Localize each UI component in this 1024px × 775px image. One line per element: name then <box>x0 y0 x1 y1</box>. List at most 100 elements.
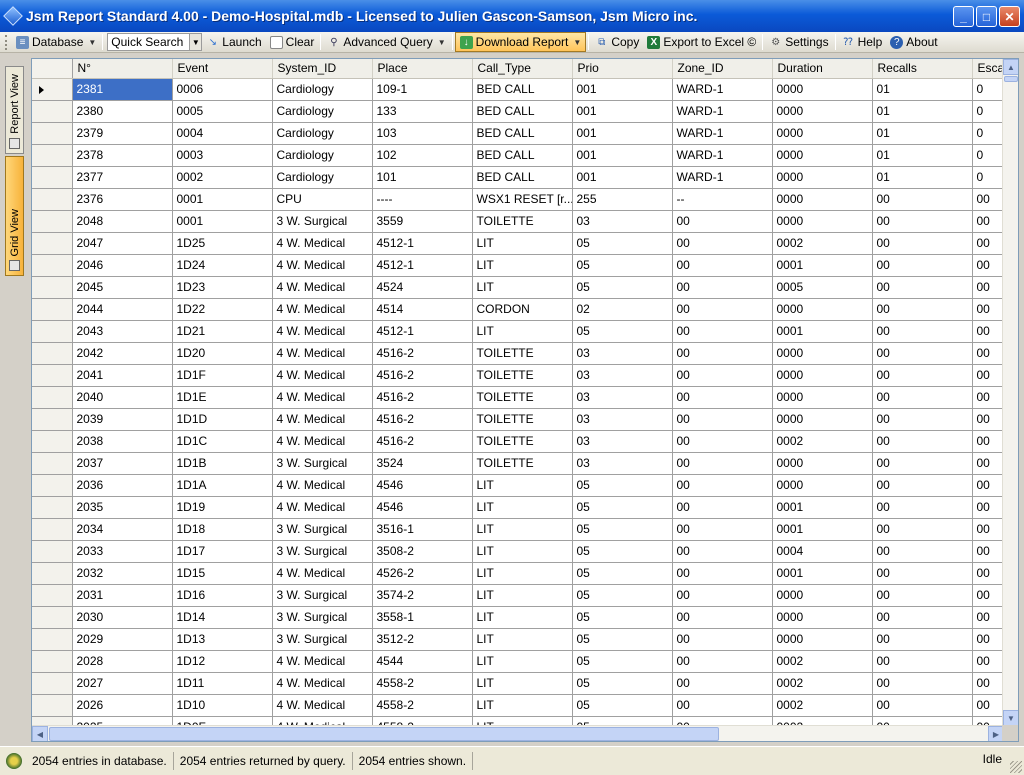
table-cell[interactable]: 1D12 <box>172 650 273 673</box>
table-cell[interactable]: 3 W. Surgical <box>272 540 373 563</box>
table-cell[interactable]: 00 <box>672 672 773 695</box>
table-cell[interactable]: 0005 <box>172 100 273 123</box>
copy-button[interactable]: ⧉ Copy <box>591 33 643 52</box>
table-cell[interactable]: 2379 <box>72 122 173 145</box>
table-cell[interactable]: 3 W. Surgical <box>272 628 373 651</box>
table-cell[interactable]: 0001 <box>772 254 873 277</box>
table-cell[interactable]: 03 <box>572 452 673 475</box>
table-cell[interactable]: 1D13 <box>172 628 273 651</box>
table-cell[interactable]: 109-1 <box>372 78 473 101</box>
table-cell[interactable]: 00 <box>672 452 773 475</box>
table-cell[interactable]: 00 <box>972 342 1004 365</box>
table-cell[interactable]: Cardiology <box>272 144 373 167</box>
table-row[interactable]: 2029 1D13 3 W. Surgical 3512-2 LIT 05 00 0000 00… <box>32 628 1004 651</box>
row-header[interactable] <box>32 496 73 519</box>
quick-search-input[interactable]: Quick Search <box>107 33 191 51</box>
table-cell[interactable]: BED CALL <box>472 166 573 189</box>
row-header[interactable] <box>32 386 73 409</box>
table-cell[interactable]: 00 <box>872 254 973 277</box>
table-cell[interactable]: 00 <box>672 584 773 607</box>
table-cell[interactable]: LIT <box>472 562 573 585</box>
table-cell[interactable]: 1D17 <box>172 540 273 563</box>
table-cell[interactable]: 05 <box>572 518 673 541</box>
table-cell[interactable]: 2045 <box>72 276 173 299</box>
table-cell[interactable]: LIT <box>472 694 573 717</box>
table-cell[interactable]: 001 <box>572 78 673 101</box>
row-header[interactable] <box>32 364 73 387</box>
row-header[interactable] <box>32 78 73 101</box>
table-cell[interactable]: 1D23 <box>172 276 273 299</box>
table-cell[interactable]: 4 W. Medical <box>272 320 373 343</box>
row-header[interactable] <box>32 144 73 167</box>
table-row[interactable]: 2034 1D18 3 W. Surgical 3516-1 LIT 05 00 0001 00… <box>32 518 1004 541</box>
table-cell[interactable]: 133 <box>372 100 473 123</box>
table-cell[interactable]: 103 <box>372 122 473 145</box>
table-cell[interactable]: LIT <box>472 606 573 629</box>
row-header[interactable] <box>32 430 73 453</box>
table-cell[interactable]: 4 W. Medical <box>272 364 373 387</box>
table-cell[interactable]: 00 <box>972 408 1004 431</box>
table-cell[interactable]: 1D19 <box>172 496 273 519</box>
table-cell[interactable]: 001 <box>572 166 673 189</box>
table-cell[interactable]: LIT <box>472 518 573 541</box>
row-header[interactable] <box>32 100 73 123</box>
table-cell[interactable]: 4 W. Medical <box>272 232 373 255</box>
column-header[interactable]: Prio <box>572 59 673 79</box>
table-cell[interactable]: 00 <box>872 408 973 431</box>
table-cell[interactable]: 00 <box>672 430 773 453</box>
table-cell[interactable]: 0000 <box>772 100 873 123</box>
table-cell[interactable]: 00 <box>672 540 773 563</box>
table-cell[interactable]: 00 <box>972 584 1004 607</box>
table-cell[interactable]: 00 <box>972 694 1004 717</box>
table-cell[interactable]: BED CALL <box>472 122 573 145</box>
table-cell[interactable]: 1D11 <box>172 672 273 695</box>
advanced-query-button[interactable]: ⚲ Advanced Query ▼ <box>323 33 449 52</box>
table-row[interactable]: 2026 1D10 4 W. Medical 4558-2 LIT 05 00 0002 00 0… <box>32 694 1004 717</box>
table-cell[interactable]: 1D18 <box>172 518 273 541</box>
table-cell[interactable]: Cardiology <box>272 122 373 145</box>
table-cell[interactable]: BED CALL <box>472 100 573 123</box>
table-cell[interactable]: 2381 <box>72 78 173 101</box>
table-cell[interactable]: BED CALL <box>472 78 573 101</box>
table-cell[interactable]: 1D15 <box>172 562 273 585</box>
table-cell[interactable]: LIT <box>472 650 573 673</box>
table-cell[interactable]: 05 <box>572 540 673 563</box>
table-cell[interactable]: 2039 <box>72 408 173 431</box>
table-cell[interactable]: 1D14 <box>172 606 273 629</box>
table-cell[interactable]: WARD-1 <box>672 78 773 101</box>
table-row[interactable]: 2028 1D12 4 W. Medical 4544 LIT 05 00 0002 00 00 <box>32 650 1004 673</box>
table-cell[interactable]: 00 <box>872 232 973 255</box>
table-cell[interactable]: 00 <box>872 540 973 563</box>
table-cell[interactable]: 00 <box>972 254 1004 277</box>
table-cell[interactable]: 2380 <box>72 100 173 123</box>
table-cell[interactable]: 4 W. Medical <box>272 408 373 431</box>
table-cell[interactable]: 3512-2 <box>372 628 473 651</box>
table-cell[interactable]: 2026 <box>72 694 173 717</box>
about-button[interactable]: ? About <box>886 33 941 52</box>
column-header[interactable]: System_ID <box>272 59 373 79</box>
table-cell[interactable]: 2378 <box>72 144 173 167</box>
table-cell[interactable]: 3 W. Surgical <box>272 210 373 233</box>
table-cell[interactable]: 01 <box>872 144 973 167</box>
table-cell[interactable]: 0000 <box>772 408 873 431</box>
table-cell[interactable]: 00 <box>672 210 773 233</box>
table-row[interactable]: 2376 0001 CPU ---- WSX1 RESET [r... 255 -- 0000… <box>32 188 1004 211</box>
table-cell[interactable]: 05 <box>572 562 673 585</box>
table-cell[interactable]: WARD-1 <box>672 144 773 167</box>
table-cell[interactable]: 3558-1 <box>372 606 473 629</box>
table-cell[interactable]: 2028 <box>72 650 173 673</box>
table-cell[interactable]: 00 <box>672 364 773 387</box>
table-cell[interactable]: 00 <box>972 298 1004 321</box>
launch-button[interactable]: ↘ Launch <box>202 33 265 52</box>
table-cell[interactable]: 0002 <box>772 232 873 255</box>
table-cell[interactable]: 4544 <box>372 650 473 673</box>
table-cell[interactable]: 00 <box>872 276 973 299</box>
table-cell[interactable]: 01 <box>872 122 973 145</box>
table-cell[interactable]: 2376 <box>72 188 173 211</box>
table-cell[interactable]: 3 W. Surgical <box>272 584 373 607</box>
table-cell[interactable]: 00 <box>872 430 973 453</box>
table-cell[interactable]: LIT <box>472 320 573 343</box>
table-cell[interactable]: 4512-1 <box>372 254 473 277</box>
column-header[interactable]: Event <box>172 59 273 79</box>
table-cell[interactable]: 3516-1 <box>372 518 473 541</box>
